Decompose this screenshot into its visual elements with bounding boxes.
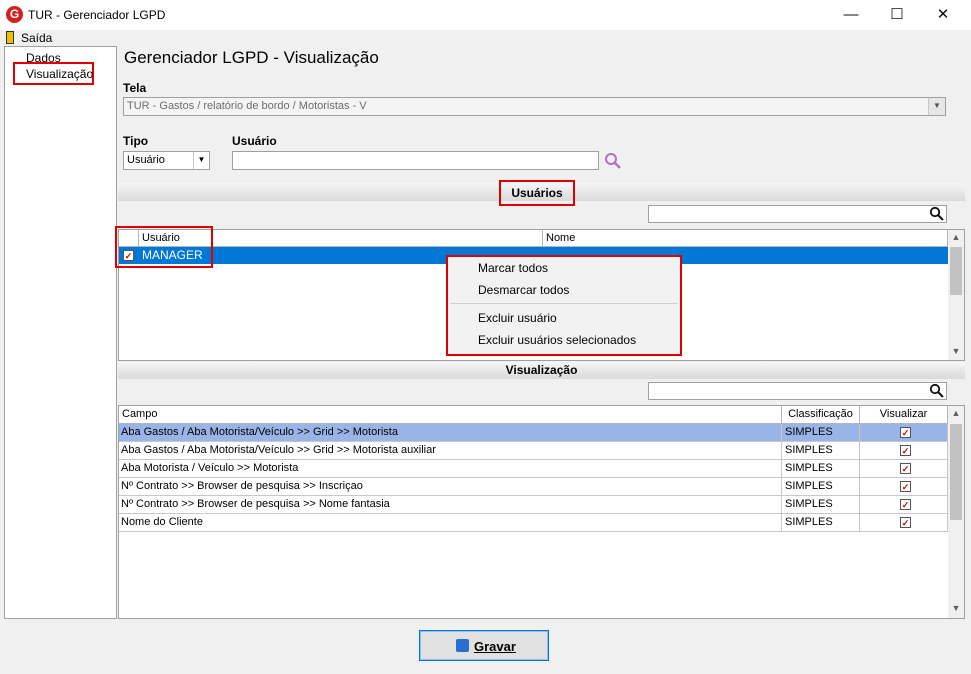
- app-logo-icon: G: [6, 6, 23, 23]
- classificacao-cell: SIMPLES: [782, 478, 860, 496]
- navigation-tree: [4, 46, 117, 619]
- menu-exit[interactable]: Saída: [21, 31, 52, 45]
- classificacao-cell: SIMPLES: [782, 424, 860, 442]
- menu-item-delete-selected[interactable]: Excluir usuários selecionados: [478, 333, 636, 347]
- visualizacao-filter-search-icon[interactable]: [929, 383, 945, 399]
- tela-select[interactable]: TUR - Gastos / relatório de bordo / Moto…: [123, 97, 946, 116]
- campo-cell: Aba Gastos / Aba Motorista/Veículo >> Gr…: [119, 442, 782, 460]
- highlight-frame: [115, 226, 213, 268]
- visualizacao-filter-input[interactable]: [648, 382, 947, 400]
- menu-item-unmark-all[interactable]: Desmarcar todos: [478, 283, 569, 297]
- usuarios-filter-input[interactable]: [648, 205, 947, 223]
- tree-item-visualizacao[interactable]: Visualização: [26, 67, 93, 81]
- tipo-label: Tipo: [123, 134, 149, 148]
- save-button[interactable]: Gravar: [419, 630, 549, 661]
- column-visualizar[interactable]: Visualizar: [860, 406, 948, 424]
- floppy-disk-icon: [456, 639, 469, 652]
- scroll-down-icon[interactable]: ▼: [948, 346, 964, 356]
- classificacao-cell: SIMPLES: [782, 442, 860, 460]
- menu-bar: [0, 30, 971, 46]
- scroll-thumb[interactable]: [950, 424, 962, 520]
- usuario-input[interactable]: [232, 151, 599, 170]
- usuario-search-icon[interactable]: [603, 151, 623, 171]
- scroll-down-icon[interactable]: ▼: [948, 603, 964, 613]
- campo-cell: Nº Contrato >> Browser de pesquisa >> In…: [119, 478, 782, 496]
- maximize-button[interactable]: ☐: [874, 0, 920, 30]
- scroll-thumb[interactable]: [950, 247, 962, 295]
- tela-value: TUR - Gastos / relatório de bordo / Moto…: [127, 100, 367, 112]
- exit-door-icon[interactable]: [6, 31, 14, 44]
- classificacao-cell: SIMPLES: [782, 496, 860, 514]
- scroll-up-icon[interactable]: ▲: [948, 232, 964, 242]
- usuario-label: Usuário: [232, 134, 277, 148]
- visualizar-checkbox[interactable]: ✓: [900, 445, 911, 456]
- visualizacao-section-title: Visualização: [505, 363, 578, 377]
- visualizar-checkbox[interactable]: ✓: [900, 499, 911, 510]
- scroll-up-icon[interactable]: ▲: [948, 408, 964, 418]
- usuarios-column-nome[interactable]: Nome: [543, 230, 948, 247]
- campo-cell: Nome do Cliente: [119, 514, 782, 532]
- page-title: Gerenciador LGPD - Visualização: [124, 48, 379, 67]
- tipo-value: Usuário: [127, 154, 165, 166]
- window-title: TUR - Gerenciador LGPD: [28, 8, 166, 22]
- save-button-label: Gravar: [474, 639, 516, 654]
- tela-dropdown-arrow-icon[interactable]: ▼: [928, 98, 945, 115]
- menu-item-delete-user[interactable]: Excluir usuário: [478, 311, 557, 325]
- usuarios-filter-search-icon[interactable]: [929, 206, 945, 222]
- visualizar-checkbox[interactable]: ✓: [900, 463, 911, 474]
- usuarios-section-title: Usuários: [511, 186, 563, 200]
- column-classificacao[interactable]: Classificação: [782, 406, 860, 424]
- close-button[interactable]: ✕: [920, 0, 966, 30]
- visualizar-checkbox[interactable]: ✓: [900, 427, 911, 438]
- campo-cell: Aba Motorista / Veículo >> Motorista: [119, 460, 782, 478]
- campo-cell: Aba Gastos / Aba Motorista/Veículo >> Gr…: [119, 424, 782, 442]
- classificacao-cell: SIMPLES: [782, 514, 860, 532]
- menu-item-mark-all[interactable]: Marcar todos: [478, 261, 548, 275]
- classificacao-cell: SIMPLES: [782, 460, 860, 478]
- column-campo[interactable]: Campo: [119, 406, 782, 424]
- visualizar-checkbox[interactable]: ✓: [900, 481, 911, 492]
- menu-divider: [450, 303, 678, 304]
- minimize-button[interactable]: —: [828, 0, 874, 30]
- campo-cell: Nº Contrato >> Browser de pesquisa >> No…: [119, 496, 782, 514]
- tipo-dropdown-arrow-icon[interactable]: ▼: [193, 152, 209, 169]
- tela-label: Tela: [123, 81, 147, 95]
- visualizar-checkbox[interactable]: ✓: [900, 517, 911, 528]
